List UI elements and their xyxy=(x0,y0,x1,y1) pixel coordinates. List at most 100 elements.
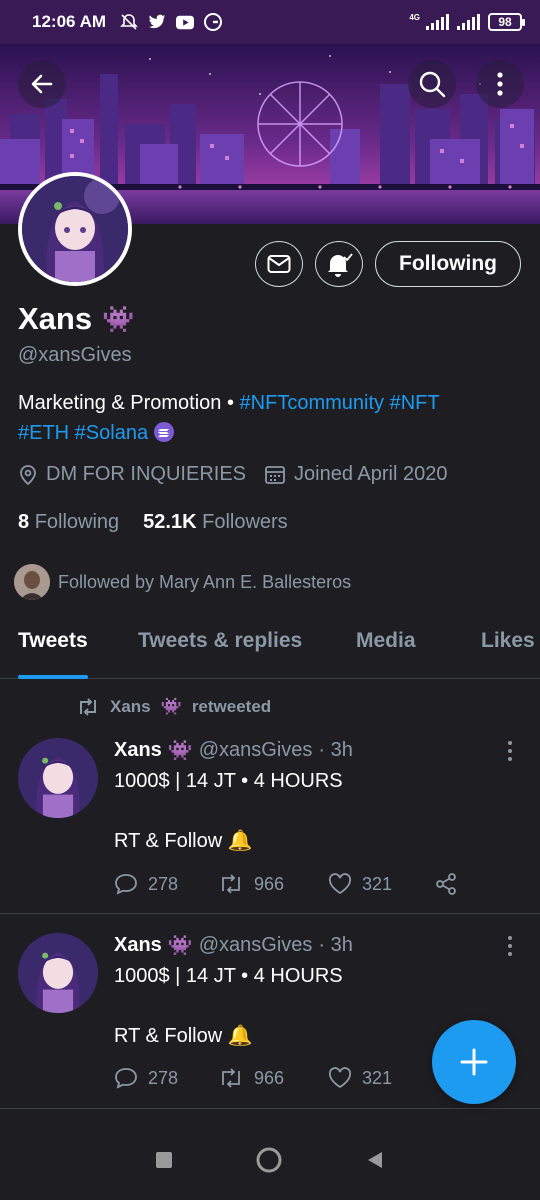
tab-tweets-replies[interactable]: Tweets & replies xyxy=(138,617,302,679)
youtube-icon xyxy=(176,14,195,30)
retweet-button[interactable]: 966 xyxy=(218,873,328,895)
share-icon xyxy=(436,873,456,895)
display-name: Xans xyxy=(18,301,93,336)
heart-icon xyxy=(328,1067,352,1089)
retweet-count: 966 xyxy=(254,1067,285,1088)
tweet-divider xyxy=(0,913,540,914)
bell-check-icon xyxy=(328,253,353,277)
tweet-more-button[interactable] xyxy=(500,740,520,762)
reply-icon xyxy=(115,1068,137,1089)
follow-counts: 8 Following 52.1K Followers xyxy=(18,511,288,534)
reply-icon xyxy=(115,874,137,895)
tweet-avatar[interactable] xyxy=(18,933,98,1013)
more-options-button[interactable] xyxy=(476,60,524,108)
like-button[interactable]: 321 xyxy=(328,873,434,895)
tweet-avatar[interactable] xyxy=(18,738,98,818)
compose-tweet-button[interactable] xyxy=(432,1020,516,1104)
follower-avatar xyxy=(14,564,50,600)
profile-bio: Marketing & Promotion • #NFTcommunity #N… xyxy=(18,388,518,448)
solana-icon xyxy=(153,421,174,442)
tweet-author-name: Xans xyxy=(114,934,162,956)
back-nav-button[interactable] xyxy=(365,1150,385,1175)
bio-hashtags-2[interactable]: #ETH #Solana xyxy=(18,422,148,444)
bio-text: Marketing & Promotion • xyxy=(18,392,240,414)
search-button[interactable] xyxy=(408,60,456,108)
share-button[interactable] xyxy=(434,872,458,896)
following-label: Following xyxy=(34,511,120,533)
tweet-author-handle: @xansGives xyxy=(198,739,313,761)
reply-count: 278 xyxy=(148,1067,179,1088)
tweet-more-button[interactable] xyxy=(500,935,520,957)
battery-icon: 98 xyxy=(488,13,525,31)
status-bar: 12:06 AM 4G 98 xyxy=(0,0,540,44)
tab-likes[interactable]: Likes xyxy=(481,617,535,679)
profile-avatar[interactable] xyxy=(18,172,132,286)
mail-icon xyxy=(267,255,291,273)
followers-link[interactable]: 52.1K Followers xyxy=(143,511,288,534)
author-emoji: 👾 xyxy=(167,740,193,762)
tweet-actions: 278 966 321 xyxy=(114,1067,434,1089)
tweet-text-line-1: 1000$ | 14 JT • 4 HOURS xyxy=(114,965,343,987)
tab-media[interactable]: Media xyxy=(356,617,416,679)
twitter-icon xyxy=(148,14,166,30)
tweet-divider xyxy=(0,1108,540,1109)
more-vertical-icon xyxy=(508,741,512,761)
signal-icon xyxy=(426,14,449,30)
author-emoji: 👾 xyxy=(167,935,193,957)
home-button[interactable] xyxy=(255,1146,283,1179)
google-icon xyxy=(204,13,223,31)
tweet-author-name: Xans xyxy=(114,739,162,761)
tweet-time: · 3h xyxy=(318,739,353,761)
retweet-icon xyxy=(222,874,240,894)
tweet-text-line-2: RT & Follow 🔔 xyxy=(114,1025,253,1047)
notifications-button[interactable] xyxy=(315,241,363,287)
profile-handle: @xansGives xyxy=(18,344,132,366)
reply-button[interactable]: 278 xyxy=(114,1067,218,1089)
followers-label: Followers xyxy=(202,511,288,533)
tweet-author-handle: @xansGives xyxy=(198,934,313,956)
location-text: DM FOR INQUIERIES xyxy=(46,463,247,485)
bio-hashtags-1[interactable]: #NFTcommunity #NFT xyxy=(240,392,440,414)
following-button[interactable]: Following xyxy=(375,241,521,287)
tweet-header: Xans 👾 @xansGives · 3h xyxy=(114,933,353,958)
followed-by[interactable]: Followed by Mary Ann E. Ballesteros xyxy=(14,564,351,600)
message-button[interactable] xyxy=(255,241,303,287)
triangle-back-icon xyxy=(368,1151,382,1168)
calendar-icon xyxy=(265,465,285,484)
tweet-actions: 278 966 321 xyxy=(114,872,458,896)
retweet-icon xyxy=(222,1068,240,1088)
circle-icon xyxy=(256,1147,282,1172)
network-type: 4G xyxy=(409,13,420,22)
reply-button[interactable]: 278 xyxy=(114,873,218,895)
alien-monster-emoji: 👾 xyxy=(102,303,135,334)
recents-button[interactable] xyxy=(155,1151,173,1174)
retweeted-indicator: Xans 👾 retweeted xyxy=(76,697,271,717)
status-time: 12:06 AM xyxy=(32,12,107,31)
heart-icon xyxy=(328,873,352,895)
back-button[interactable] xyxy=(18,60,66,108)
profile-meta: DM FOR INQUIERIES Joined April 2020 xyxy=(18,463,447,486)
plus-icon xyxy=(460,1048,488,1076)
avatar-image xyxy=(22,176,128,282)
square-icon xyxy=(156,1151,172,1168)
tweet-item[interactable]: Xans 👾 @xansGives · 3h 1000$ | 14 JT • 4… xyxy=(0,730,540,914)
followed-by-text: Followed by Mary Ann E. Ballesteros xyxy=(58,571,352,592)
retweeted-label: retweeted xyxy=(191,697,272,716)
profile-tabs: Tweets Tweets & replies Media Likes xyxy=(0,617,540,679)
search-icon xyxy=(419,71,446,98)
tweet-header: Xans 👾 @xansGives · 3h xyxy=(114,738,353,763)
tweet-text-line-2: RT & Follow 🔔 xyxy=(114,830,253,852)
system-nav-bar xyxy=(0,1124,540,1200)
back-arrow-icon xyxy=(31,74,53,94)
retweet-button[interactable]: 966 xyxy=(218,1067,328,1089)
signal-icon-2 xyxy=(457,14,480,30)
followers-count: 52.1K xyxy=(143,511,197,533)
tab-tweets[interactable]: Tweets xyxy=(18,617,88,679)
more-vertical-icon xyxy=(497,72,503,96)
alarm-off-icon xyxy=(120,14,138,30)
following-link[interactable]: 8 Following xyxy=(18,511,119,534)
like-button[interactable]: 321 xyxy=(328,1067,434,1089)
like-count: 321 xyxy=(362,873,393,894)
more-vertical-icon xyxy=(508,936,512,956)
following-count: 8 xyxy=(18,511,30,533)
